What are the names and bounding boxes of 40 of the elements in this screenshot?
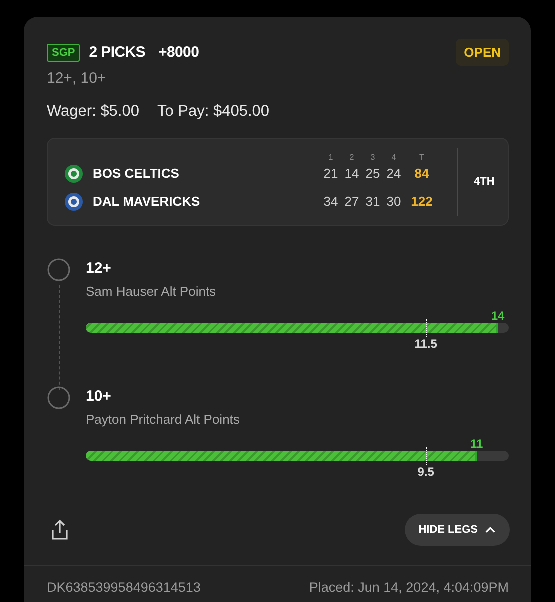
bet-id: DK638539958496314513 (47, 580, 201, 595)
period-label: 2 (348, 152, 356, 162)
share-icon[interactable] (50, 519, 70, 541)
quarter-score: 25 (364, 166, 382, 181)
period-label: 1 (328, 152, 334, 162)
period-label: T (418, 152, 426, 162)
quarter-score: 34 (322, 194, 340, 209)
leg-pick: 10+ (86, 388, 112, 405)
caret-icon (485, 526, 496, 534)
leg-market: Sam Hauser Alt Points (86, 284, 218, 299)
stat-value: 14 (491, 309, 505, 323)
leg-status-icon (47, 386, 71, 410)
status-badge: OPEN (456, 39, 509, 66)
quarter-score: 21 (322, 166, 340, 181)
leg-status-icon (47, 258, 71, 282)
period-label: 3 (370, 152, 376, 162)
odds-text: +8000 (158, 44, 200, 61)
sgp-badge: SGP (47, 44, 80, 62)
team-name: BOS CELTICS (92, 166, 180, 181)
leg-market: Payton Pritchard Alt Points (86, 412, 241, 427)
period-label: 4 (390, 152, 398, 162)
hide-legs-button[interactable]: HIDE LEGS (404, 514, 510, 546)
to-pay-text: To Pay: $405.00 (157, 103, 270, 121)
total-score: 84 (414, 166, 430, 181)
leg-pick: 12+ (86, 260, 112, 277)
placed-date: Placed: Jun 14, 2024, 4:04:09PM (309, 580, 509, 595)
line-value: 9.5 (418, 465, 434, 479)
quarter-score: 24 (386, 166, 402, 181)
game-period: 4TH (474, 176, 494, 188)
quarter-score: 30 (386, 194, 402, 209)
quarter-score: 27 (344, 194, 360, 209)
total-score: 122 (410, 194, 434, 209)
quarter-score: 14 (344, 166, 360, 181)
picks-summary: 12+, 10+ (47, 70, 108, 87)
picks-title: 2 PICKS (89, 44, 146, 61)
wager-text: Wager: $5.00 (47, 103, 140, 121)
team-name: DAL MAVERICKS (92, 194, 202, 209)
stat-value: 11 (470, 437, 484, 451)
quarter-score: 31 (364, 194, 382, 209)
line-value: 11.5 (414, 337, 438, 351)
